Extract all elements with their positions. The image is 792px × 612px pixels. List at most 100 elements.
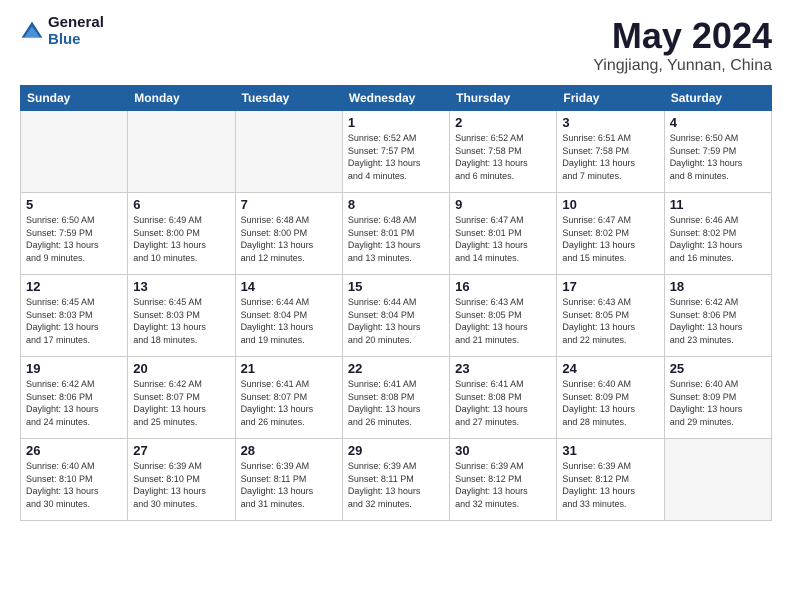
weekday-header-sunday: Sunday bbox=[21, 86, 128, 111]
day-info: Sunrise: 6:44 AM Sunset: 8:04 PM Dayligh… bbox=[241, 296, 337, 346]
calendar-cell: 27 Sunrise: 6:39 AM Sunset: 8:10 PM Dayli… bbox=[128, 439, 235, 521]
calendar-cell bbox=[21, 111, 128, 193]
day-number: 24 bbox=[562, 361, 658, 376]
day-info: Sunrise: 6:39 AM Sunset: 8:11 PM Dayligh… bbox=[241, 460, 337, 510]
calendar-cell: 22 Sunrise: 6:41 AM Sunset: 8:08 PM Dayli… bbox=[342, 357, 449, 439]
day-info: Sunrise: 6:40 AM Sunset: 8:10 PM Dayligh… bbox=[26, 460, 122, 510]
day-number: 14 bbox=[241, 279, 337, 294]
calendar-cell: 8 Sunrise: 6:48 AM Sunset: 8:01 PM Daylig… bbox=[342, 193, 449, 275]
day-info: Sunrise: 6:51 AM Sunset: 7:58 PM Dayligh… bbox=[562, 132, 658, 182]
day-number: 29 bbox=[348, 443, 444, 458]
day-info: Sunrise: 6:44 AM Sunset: 8:04 PM Dayligh… bbox=[348, 296, 444, 346]
day-number: 1 bbox=[348, 115, 444, 130]
day-number: 31 bbox=[562, 443, 658, 458]
day-number: 4 bbox=[670, 115, 766, 130]
day-info: Sunrise: 6:46 AM Sunset: 8:02 PM Dayligh… bbox=[670, 214, 766, 264]
day-number: 23 bbox=[455, 361, 551, 376]
logo-icon bbox=[20, 20, 44, 44]
day-info: Sunrise: 6:49 AM Sunset: 8:00 PM Dayligh… bbox=[133, 214, 229, 264]
calendar-cell: 10Sunrise: 6:47 AM Sunset: 8:02 PM Dayli… bbox=[557, 193, 664, 275]
day-info: Sunrise: 6:41 AM Sunset: 8:08 PM Dayligh… bbox=[348, 378, 444, 428]
weekday-header-tuesday: Tuesday bbox=[235, 86, 342, 111]
week-row-1: 5Sunrise: 6:50 AM Sunset: 7:59 PM Daylig… bbox=[21, 193, 772, 275]
calendar-cell: 2Sunrise: 6:52 AM Sunset: 7:58 PM Daylig… bbox=[450, 111, 557, 193]
day-number: 8 bbox=[348, 197, 444, 212]
day-number: 25 bbox=[670, 361, 766, 376]
weekday-header-row: SundayMondayTuesdayWednesdayThursdayFrid… bbox=[21, 86, 772, 111]
calendar-cell: 12 Sunrise: 6:45 AM Sunset: 8:03 PM Dayli… bbox=[21, 275, 128, 357]
day-info: Sunrise: 6:39 AM Sunset: 8:10 PM Dayligh… bbox=[133, 460, 229, 510]
calendar-cell: 16 Sunrise: 6:43 AM Sunset: 8:05 PM Dayli… bbox=[450, 275, 557, 357]
calendar-cell: 1 Sunrise: 6:52 AM Sunset: 7:57 PM Daylig… bbox=[342, 111, 449, 193]
day-info: Sunrise: 6:42 AM Sunset: 8:07 PM Dayligh… bbox=[133, 378, 229, 428]
logo-general: General bbox=[48, 15, 104, 32]
calendar-cell: 4 Sunrise: 6:50 AM Sunset: 7:59 PM Daylig… bbox=[664, 111, 771, 193]
week-row-0: 1 Sunrise: 6:52 AM Sunset: 7:57 PM Daylig… bbox=[21, 111, 772, 193]
day-number: 9 bbox=[455, 197, 551, 212]
calendar-cell: 9Sunrise: 6:47 AM Sunset: 8:01 PM Daylig… bbox=[450, 193, 557, 275]
day-info: Sunrise: 6:43 AM Sunset: 8:05 PM Dayligh… bbox=[455, 296, 551, 346]
week-row-4: 26 Sunrise: 6:40 AM Sunset: 8:10 PM Dayli… bbox=[21, 439, 772, 521]
calendar-cell: 11Sunrise: 6:46 AM Sunset: 8:02 PM Dayli… bbox=[664, 193, 771, 275]
calendar-cell: 14 Sunrise: 6:44 AM Sunset: 8:04 PM Dayli… bbox=[235, 275, 342, 357]
day-number: 26 bbox=[26, 443, 122, 458]
day-number: 27 bbox=[133, 443, 229, 458]
calendar-cell: 23 Sunrise: 6:41 AM Sunset: 8:08 PM Dayli… bbox=[450, 357, 557, 439]
calendar-cell: 28Sunrise: 6:39 AM Sunset: 8:11 PM Dayli… bbox=[235, 439, 342, 521]
calendar-cell: 29 Sunrise: 6:39 AM Sunset: 8:11 PM Dayli… bbox=[342, 439, 449, 521]
calendar-cell bbox=[235, 111, 342, 193]
calendar-cell: 7 Sunrise: 6:48 AM Sunset: 8:00 PM Daylig… bbox=[235, 193, 342, 275]
day-info: Sunrise: 6:42 AM Sunset: 8:06 PM Dayligh… bbox=[670, 296, 766, 346]
logo: General Blue bbox=[20, 15, 104, 48]
week-row-3: 19Sunrise: 6:42 AM Sunset: 8:06 PM Dayli… bbox=[21, 357, 772, 439]
day-number: 3 bbox=[562, 115, 658, 130]
day-number: 7 bbox=[241, 197, 337, 212]
day-info: Sunrise: 6:48 AM Sunset: 8:01 PM Dayligh… bbox=[348, 214, 444, 264]
title-block: May 2024 Yingjiang, Yunnan, China bbox=[593, 15, 772, 75]
day-number: 30 bbox=[455, 443, 551, 458]
day-info: Sunrise: 6:41 AM Sunset: 8:08 PM Dayligh… bbox=[455, 378, 551, 428]
day-info: Sunrise: 6:52 AM Sunset: 7:57 PM Dayligh… bbox=[348, 132, 444, 182]
day-info: Sunrise: 6:43 AM Sunset: 8:05 PM Dayligh… bbox=[562, 296, 658, 346]
calendar-cell: 25Sunrise: 6:40 AM Sunset: 8:09 PM Dayli… bbox=[664, 357, 771, 439]
day-number: 18 bbox=[670, 279, 766, 294]
weekday-header-thursday: Thursday bbox=[450, 86, 557, 111]
logo-blue: Blue bbox=[48, 32, 104, 49]
day-info: Sunrise: 6:47 AM Sunset: 8:02 PM Dayligh… bbox=[562, 214, 658, 264]
calendar-cell: 13Sunrise: 6:45 AM Sunset: 8:03 PM Dayli… bbox=[128, 275, 235, 357]
calendar-cell: 19Sunrise: 6:42 AM Sunset: 8:06 PM Dayli… bbox=[21, 357, 128, 439]
day-info: Sunrise: 6:45 AM Sunset: 8:03 PM Dayligh… bbox=[26, 296, 122, 346]
day-number: 16 bbox=[455, 279, 551, 294]
day-number: 13 bbox=[133, 279, 229, 294]
header: General Blue May 2024 Yingjiang, Yunnan,… bbox=[20, 15, 772, 75]
calendar-cell: 3 Sunrise: 6:51 AM Sunset: 7:58 PM Daylig… bbox=[557, 111, 664, 193]
day-number: 12 bbox=[26, 279, 122, 294]
calendar-cell: 24 Sunrise: 6:40 AM Sunset: 8:09 PM Dayli… bbox=[557, 357, 664, 439]
calendar-table: SundayMondayTuesdayWednesdayThursdayFrid… bbox=[20, 85, 772, 521]
day-number: 15 bbox=[348, 279, 444, 294]
day-number: 6 bbox=[133, 197, 229, 212]
day-number: 17 bbox=[562, 279, 658, 294]
weekday-header-friday: Friday bbox=[557, 86, 664, 111]
day-number: 21 bbox=[241, 361, 337, 376]
calendar-cell: 5Sunrise: 6:50 AM Sunset: 7:59 PM Daylig… bbox=[21, 193, 128, 275]
day-info: Sunrise: 6:40 AM Sunset: 8:09 PM Dayligh… bbox=[562, 378, 658, 428]
calendar-cell: 31Sunrise: 6:39 AM Sunset: 8:12 PM Dayli… bbox=[557, 439, 664, 521]
calendar-cell: 30Sunrise: 6:39 AM Sunset: 8:12 PM Dayli… bbox=[450, 439, 557, 521]
day-number: 20 bbox=[133, 361, 229, 376]
weekday-header-wednesday: Wednesday bbox=[342, 86, 449, 111]
calendar-cell: 6 Sunrise: 6:49 AM Sunset: 8:00 PM Daylig… bbox=[128, 193, 235, 275]
calendar-cell: 18 Sunrise: 6:42 AM Sunset: 8:06 PM Dayli… bbox=[664, 275, 771, 357]
day-info: Sunrise: 6:52 AM Sunset: 7:58 PM Dayligh… bbox=[455, 132, 551, 182]
day-number: 22 bbox=[348, 361, 444, 376]
day-info: Sunrise: 6:48 AM Sunset: 8:00 PM Dayligh… bbox=[241, 214, 337, 264]
day-info: Sunrise: 6:50 AM Sunset: 7:59 PM Dayligh… bbox=[670, 132, 766, 182]
calendar-cell bbox=[664, 439, 771, 521]
logo-text: General Blue bbox=[48, 15, 104, 48]
day-number: 19 bbox=[26, 361, 122, 376]
day-info: Sunrise: 6:50 AM Sunset: 7:59 PM Dayligh… bbox=[26, 214, 122, 264]
calendar-cell: 26 Sunrise: 6:40 AM Sunset: 8:10 PM Dayli… bbox=[21, 439, 128, 521]
day-info: Sunrise: 6:39 AM Sunset: 8:11 PM Dayligh… bbox=[348, 460, 444, 510]
day-info: Sunrise: 6:41 AM Sunset: 8:07 PM Dayligh… bbox=[241, 378, 337, 428]
calendar-cell: 17 Sunrise: 6:43 AM Sunset: 8:05 PM Dayli… bbox=[557, 275, 664, 357]
